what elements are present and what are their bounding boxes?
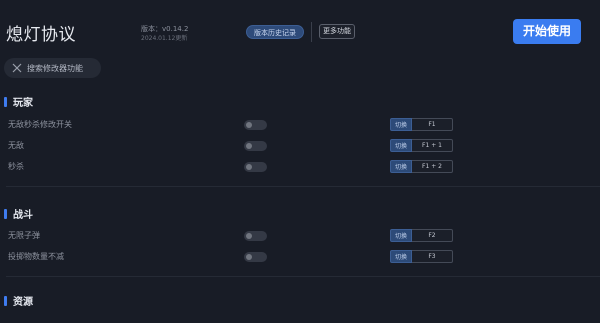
toggle-knob <box>246 233 252 239</box>
feature-row: 无限子弹 切换 F2 <box>0 229 600 243</box>
section-title-text: 资源 <box>13 297 33 308</box>
hotkey-switch-button[interactable]: 切换 <box>390 250 412 263</box>
hotkey-key[interactable]: F1 + 1 <box>412 139 453 152</box>
hotkey: 切换 F1 <box>390 118 453 131</box>
version-history-button[interactable]: 版本历史记录 <box>246 25 304 39</box>
version-info: 版本：v0.14.2 2024.01.12更新 <box>141 24 188 44</box>
update-date: 2024.01.12更新 <box>141 35 188 42</box>
hotkey-switch-button[interactable]: 切换 <box>390 118 412 131</box>
section-title-text: 玩家 <box>13 98 33 109</box>
hotkey-key[interactable]: F2 <box>412 229 453 242</box>
search-icon <box>12 63 22 73</box>
search-input[interactable]: 搜索修改器功能 <box>4 58 101 78</box>
section-title-player: 玩家 <box>4 94 33 109</box>
feature-label: 无限子弹 <box>8 231 40 240</box>
feature-row: 秒杀 切换 F1 + 2 <box>0 160 600 174</box>
section-marker <box>4 295 7 306</box>
more-features-button[interactable]: 更多功能 <box>319 24 355 39</box>
hotkey-key[interactable]: F3 <box>412 250 453 263</box>
hotkey-key[interactable]: F1 + 2 <box>412 160 453 173</box>
feature-row: 无敌 切换 F1 + 1 <box>0 139 600 153</box>
hotkey-switch-button[interactable]: 切换 <box>390 160 412 173</box>
feature-label: 无敌秒杀修改开关 <box>8 120 72 129</box>
section-title-text: 战斗 <box>13 210 33 221</box>
section-divider <box>6 186 600 187</box>
section-title-combat: 战斗 <box>4 206 33 221</box>
app-title: 熄灯协议 <box>6 25 76 45</box>
feature-label: 秒杀 <box>8 162 24 171</box>
feature-label: 无敌 <box>8 141 24 150</box>
feature-toggle[interactable] <box>244 141 267 151</box>
section-title-resources: 资源 <box>4 293 33 308</box>
feature-label: 投掷物数量不减 <box>8 252 64 261</box>
feature-toggle[interactable] <box>244 252 267 262</box>
start-button[interactable]: 开始使用 <box>513 19 581 44</box>
hotkey: 切换 F3 <box>390 250 453 263</box>
hotkey: 切换 F1 + 2 <box>390 160 453 173</box>
hotkey-switch-button[interactable]: 切换 <box>390 229 412 242</box>
toggle-knob <box>246 122 252 128</box>
version-label: 版本：v0.14.2 <box>141 25 189 33</box>
section-marker <box>4 208 7 219</box>
toggle-knob <box>246 254 252 260</box>
header-divider <box>311 22 312 42</box>
hotkey: 切换 F1 + 1 <box>390 139 453 152</box>
feature-row: 无敌秒杀修改开关 切换 F1 <box>0 118 600 132</box>
toggle-knob <box>246 164 252 170</box>
hotkey-key[interactable]: F1 <box>412 118 453 131</box>
search-placeholder: 搜索修改器功能 <box>27 63 83 73</box>
header: 熄灯协议 版本：v0.14.2 2024.01.12更新 版本历史记录 更多功能… <box>0 0 600 60</box>
feature-row: 投掷物数量不减 切换 F3 <box>0 250 600 264</box>
feature-toggle[interactable] <box>244 120 267 130</box>
toggle-knob <box>246 143 252 149</box>
section-divider <box>6 276 600 277</box>
section-marker <box>4 96 7 107</box>
hotkey-switch-button[interactable]: 切换 <box>390 139 412 152</box>
feature-toggle[interactable] <box>244 162 267 172</box>
feature-toggle[interactable] <box>244 231 267 241</box>
hotkey: 切换 F2 <box>390 229 453 242</box>
